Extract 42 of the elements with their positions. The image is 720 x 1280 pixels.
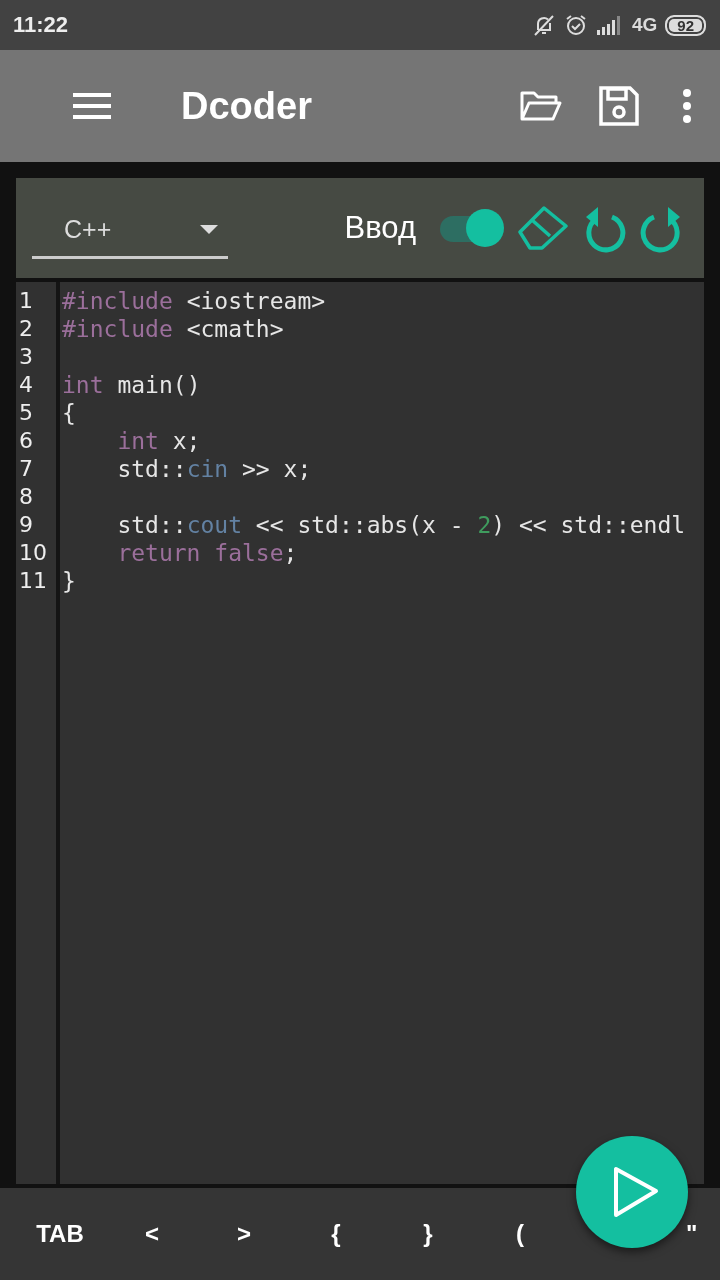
symbol-key[interactable]: } — [382, 1220, 474, 1248]
code-line: int main() — [62, 371, 201, 399]
menu-icon[interactable] — [73, 91, 113, 121]
symbol-key[interactable]: TAB — [14, 1220, 106, 1248]
network-type: 4G — [631, 14, 658, 36]
input-label: Ввод — [344, 210, 416, 246]
caret-icon — [200, 224, 218, 235]
symbol-key[interactable]: < — [106, 1220, 198, 1248]
symbol-key[interactable]: ( — [474, 1220, 566, 1248]
line-number: 8 — [18, 483, 34, 511]
line-number: 5 — [18, 399, 34, 427]
line-number: 3 — [18, 343, 34, 371]
save-icon[interactable] — [598, 85, 640, 127]
code-line: int x; — [116, 427, 201, 455]
symbol-key[interactable]: { — [290, 1220, 382, 1248]
code-line: { — [62, 399, 76, 427]
line-number: 1 — [18, 287, 34, 315]
more-options-icon[interactable] — [682, 89, 692, 123]
symbol-key[interactable]: > — [198, 1220, 290, 1248]
folder-icon[interactable] — [520, 89, 562, 123]
code-editor[interactable]: 1 2 3 4 5 6 7 8 9 10 11 #include <iostream> #include <cmath> int main() { int x; std::cin >> x; std::cout << std::abs(x - 2) << std::endl return false; } — [16, 282, 704, 1184]
muted-bell-icon — [531, 13, 556, 37]
code-line: #include <cmath> — [62, 315, 284, 343]
line-number: 9 — [18, 511, 34, 539]
status-time: 11:22 — [13, 12, 69, 38]
symbol-key[interactable]: " — [686, 1220, 700, 1248]
input-toggle[interactable] — [438, 208, 504, 248]
code-line: std::cout << std::abs(x - 2) << std::endl — [116, 511, 686, 539]
code-line: #include <iostream> — [62, 287, 326, 315]
code-line: return false; — [116, 539, 298, 567]
app-title: Dcoder — [181, 84, 312, 128]
eraser-icon[interactable] — [518, 206, 568, 250]
battery-level: 92 — [665, 14, 706, 36]
language-dropdown[interactable]: C++ — [32, 197, 228, 259]
line-number: 6 — [18, 427, 34, 455]
line-number: 10 — [18, 539, 48, 567]
line-number: 11 — [18, 567, 48, 595]
line-number: 2 — [18, 315, 34, 343]
code-line: std::cin >> x; — [116, 455, 312, 483]
code-line: } — [62, 567, 76, 595]
line-number: 4 — [18, 371, 34, 399]
line-number: 7 — [18, 455, 34, 483]
